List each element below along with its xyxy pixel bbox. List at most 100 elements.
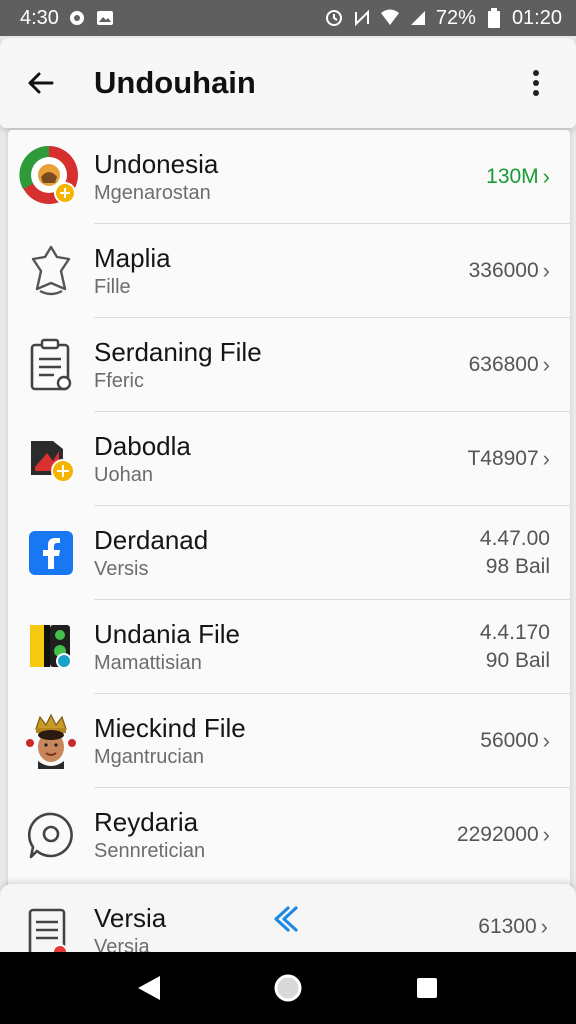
item-text: Undania File Mamattisian (94, 618, 480, 676)
chat-icon (8, 788, 94, 882)
item-size: 2292000 (456, 823, 539, 846)
item-text: Maplia Fille (94, 242, 469, 300)
item-size: 636800 (468, 353, 539, 376)
list-item[interactable]: Serdaning File Fferic 636800 › (8, 318, 570, 412)
item-size: 56000 (480, 729, 539, 752)
image-icon (95, 8, 115, 28)
status-bar: 4:30 72% 01:20 (0, 0, 576, 36)
alarm-icon (324, 8, 344, 28)
wifi-icon (380, 8, 400, 28)
item-meta: 56000 › (480, 728, 570, 754)
signal-icon (408, 8, 428, 28)
share-icon[interactable] (272, 904, 302, 934)
list-item[interactable]: Maplia Fille 336000 › (8, 224, 570, 318)
document-badge-icon (0, 902, 94, 952)
item-text: Mieckind File Mgantrucian (94, 712, 480, 770)
item-version: 4.47.00 (479, 527, 550, 550)
chevron-right-icon: › (542, 258, 550, 283)
item-size: 130M (486, 165, 539, 188)
chevron-right-icon: › (542, 164, 550, 189)
item-meta-stack: 4.4.170 90 Bail (480, 619, 550, 675)
file-list: Undonesia Mgenarostan 130M › Maplia Fill… (8, 130, 570, 950)
item-meta: 4.47.00 98 Bail (480, 525, 570, 581)
list-item[interactable]: Undania File Mamattisian 4.4.170 90 Bail (8, 600, 570, 694)
item-subtitle: Uohan (94, 464, 153, 486)
item-name: Undania File (94, 619, 240, 649)
status-clock: 01:20 (511, 6, 562, 29)
notification-icon (67, 8, 87, 28)
item-meta: 130M › (486, 164, 570, 190)
list-item[interactable]: Undonesia Mgenarostan 130M › (8, 130, 570, 224)
bell-icon (8, 224, 94, 318)
app-tile-icon (8, 600, 94, 694)
nav-recents-button[interactable] (403, 964, 451, 1012)
item-meta: T48907 › (467, 446, 570, 472)
battery-icon (484, 8, 504, 28)
item-size: 90 Bail (485, 649, 550, 672)
chevron-right-icon: › (542, 728, 550, 753)
page-title: Undouhain (94, 65, 256, 100)
item-meta: 636800 › (469, 352, 570, 378)
chevron-right-icon: › (542, 352, 550, 377)
avatar-icon (8, 694, 94, 788)
more-options-button[interactable] (516, 63, 556, 103)
item-name: Dabodla (94, 431, 191, 461)
folder-app-icon (8, 412, 94, 506)
item-size: 98 Bail (485, 555, 550, 578)
item-meta: 336000 › (469, 258, 570, 284)
item-meta: 61300 › (478, 902, 576, 940)
item-size: T48907 (467, 447, 539, 470)
nav-home-button[interactable] (264, 964, 312, 1012)
item-version: 4.4.170 (479, 621, 550, 644)
chevron-right-icon: › (542, 822, 550, 847)
item-subtitle: Fille (94, 276, 131, 298)
app-bar: Undouhain (0, 38, 576, 128)
item-name: Reydaria (94, 807, 199, 837)
bottom-sheet: Versia Versia 61300 › (0, 884, 576, 952)
item-subtitle: Fferic (94, 370, 144, 392)
item-text: Derdanad Versis (94, 524, 480, 582)
triangle-back-icon (138, 976, 161, 1000)
list-item[interactable]: Reydaria Sennretician 2292000 › (8, 788, 570, 882)
item-subtitle: Mamattisian (94, 652, 202, 674)
item-text: Reydaria Sennretician (94, 806, 457, 864)
list-item[interactable]: Mieckind File Mgantrucian 56000 › (8, 694, 570, 788)
item-subtitle: Versia (94, 936, 150, 952)
chevron-right-icon: › (540, 914, 548, 939)
item-text: Undonesia Mgenarostan (94, 148, 486, 206)
item-subtitle: Versis (94, 558, 149, 580)
item-name: Serdaning File (94, 337, 262, 367)
item-subtitle: Mgantrucian (94, 746, 205, 768)
item-subtitle: Sennretician (94, 840, 206, 862)
list-item[interactable]: Derdanad Versis 4.47.00 98 Bail (8, 506, 570, 600)
item-subtitle: Mgenarostan (94, 182, 211, 204)
item-name: Derdanad (94, 525, 209, 555)
circle-home-icon (274, 974, 302, 1002)
system-nav-bar (0, 952, 576, 1024)
document-icon (8, 318, 94, 412)
more-vert-icon (533, 70, 539, 96)
status-right: 72% 01:20 (324, 7, 562, 30)
nav-back-button[interactable] (125, 964, 173, 1012)
list-item[interactable]: Dabodla Uohan T48907 › (8, 412, 570, 506)
item-text: Serdaning File Fferic (94, 336, 469, 394)
status-left: 4:30 (20, 7, 115, 30)
nfc-icon (352, 8, 372, 28)
item-size: 336000 (468, 259, 539, 282)
back-button[interactable] (20, 63, 60, 103)
item-name: Maplia (94, 243, 171, 273)
battery-percent: 72% (435, 6, 476, 29)
square-recents-icon (416, 978, 437, 998)
item-name: Undonesia (94, 149, 219, 179)
item-meta: 2292000 › (457, 822, 570, 848)
item-meta: 4.4.170 90 Bail (480, 619, 570, 675)
facebook-icon (8, 506, 94, 600)
item-name: Mieckind File (94, 713, 246, 743)
chrome-flag-icon (8, 130, 94, 224)
item-size: 61300 (478, 915, 537, 938)
item-meta-stack: 4.47.00 98 Bail (480, 525, 550, 581)
status-time: 4:30 (20, 6, 59, 29)
chevron-right-icon: › (542, 446, 550, 471)
item-text: Dabodla Uohan (94, 430, 467, 488)
arrow-left-icon (28, 72, 54, 94)
